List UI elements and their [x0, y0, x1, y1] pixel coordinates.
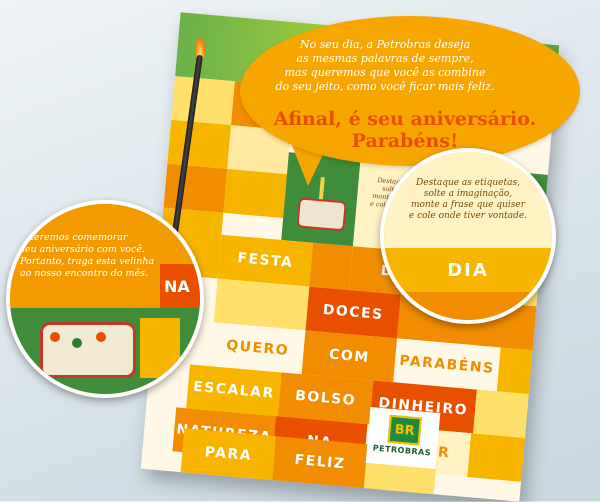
headline-line-2: Parabéns! [351, 130, 459, 152]
word-tile-feliz[interactable]: FELIZ [272, 436, 368, 489]
word-tile-festa[interactable]: FESTA [217, 234, 314, 287]
petrobras-logo: BR PETROBRAS [365, 407, 441, 469]
color-square [496, 347, 533, 395]
zoom-word-dia: DIA [447, 259, 489, 281]
zoom-instruction-line: solte a imaginação, [423, 189, 513, 199]
color-square [467, 433, 525, 482]
bubble-message-line: as mesmas palavras de sempre, [296, 52, 474, 65]
zoom-invite-text: Queremos comemorar seu aniversário com v… [20, 232, 160, 280]
invite-line: Portanto, traga esta velinha [20, 256, 155, 267]
promo-scene: Destaque as etiquetas, solte a imaginaçã… [0, 0, 600, 502]
invite-line: Queremos comemorar [20, 232, 128, 243]
word-tile-bolso[interactable]: BOLSO [277, 372, 374, 425]
zoom-instruction-line: e cole onde tiver vontade. [408, 211, 528, 221]
headline-line-1: Afinal, é seu aniversário. [273, 108, 537, 130]
word-tile-para[interactable]: PARA [180, 428, 277, 481]
color-square [223, 168, 287, 219]
zoom-partial-word: NA [164, 276, 190, 296]
word-tile-quero[interactable]: QUERO [209, 322, 306, 375]
zoom-instruction-line: Destaque as etiquetas, [416, 178, 520, 188]
zoom-instruction-text: Destaque as etiquetas, solte a imaginaçã… [398, 178, 538, 222]
bubble-message-line: mas queremos que você as combine [284, 66, 486, 79]
color-square [171, 76, 235, 126]
logo-mark: BR [394, 421, 416, 439]
zoom-cake-illustration [10, 308, 200, 394]
br-logo-icon: BR [387, 414, 422, 446]
word-tile-escalar[interactable]: ESCALAR [186, 364, 282, 417]
bubble-message: No seu dia, a Petrobras deseja as mesmas… [250, 38, 520, 94]
invite-line: ao nosso encontro do mês. [20, 268, 149, 279]
bubble-headline: Afinal, é seu aniversário. Parabéns! [260, 108, 550, 152]
color-square [473, 389, 529, 438]
color-square [213, 278, 310, 331]
bubble-message-line: No seu dia, a Petrobras deseja [299, 38, 471, 51]
bubble-message-line: do seu jeito, como você ficar mais feliz… [275, 80, 495, 93]
color-square [309, 242, 353, 291]
zoom-instruction-line: monte a frase que quiser [410, 200, 525, 210]
left-zoom-circle: Queremos comemorar seu aniversário com v… [6, 200, 204, 398]
color-square [167, 119, 232, 169]
invite-line: seu aniversário com você. [20, 244, 145, 255]
logo-name: PETROBRAS [372, 443, 432, 458]
word-tile-com[interactable]: COM [301, 330, 398, 383]
zoom-word-tile-dia: DIA [384, 248, 552, 292]
right-zoom-circle: Destaque as etiquetas, solte a imaginaçã… [380, 148, 556, 324]
zoom-word-tile: NA [160, 264, 200, 308]
